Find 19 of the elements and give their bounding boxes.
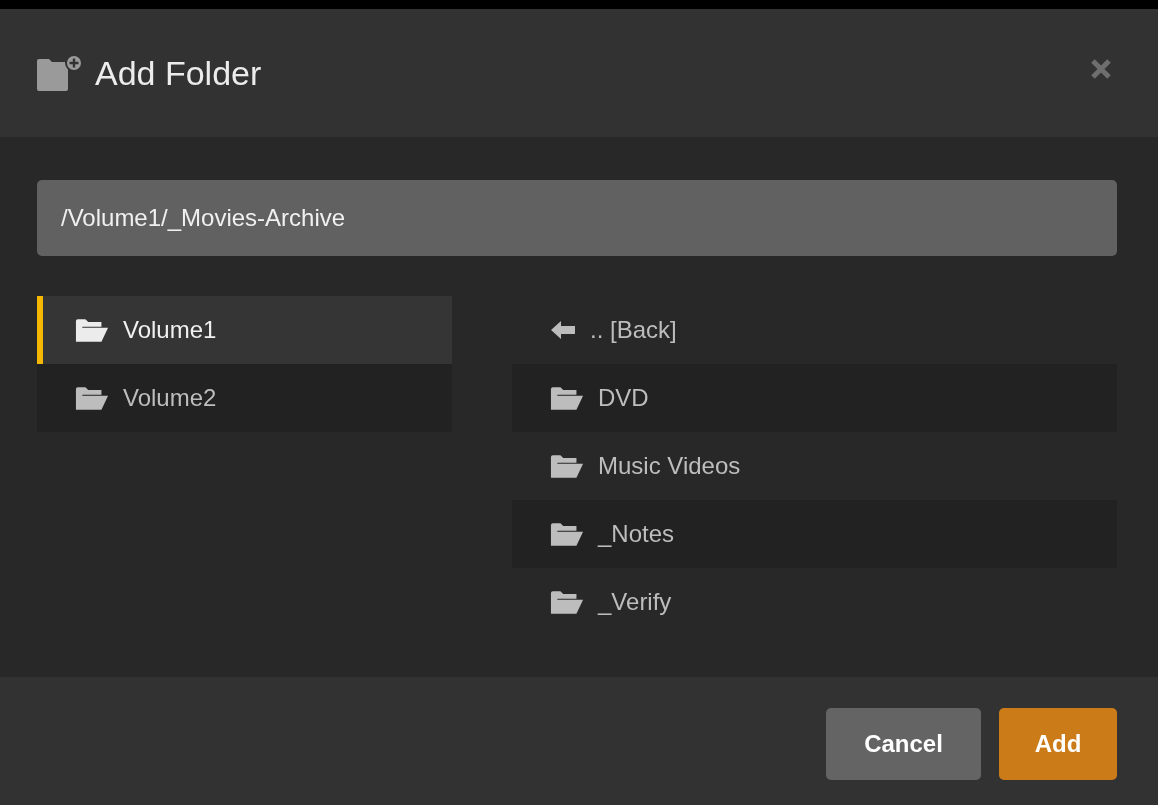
cancel-button[interactable]: Cancel bbox=[826, 708, 981, 780]
folder-icon bbox=[550, 385, 584, 411]
folder-icon bbox=[550, 521, 584, 547]
volume-item[interactable]: Volume1 bbox=[37, 296, 452, 364]
close-icon[interactable] bbox=[1089, 57, 1113, 81]
folder-icon bbox=[550, 589, 584, 615]
dialog-title: Add Folder bbox=[95, 53, 262, 93]
volume-item[interactable]: Volume2 bbox=[37, 364, 452, 432]
folder-row[interactable]: Music Videos bbox=[512, 432, 1117, 500]
folder-plus-icon bbox=[37, 55, 83, 91]
folder-row[interactable]: DVD bbox=[512, 364, 1117, 432]
left-arrow-icon bbox=[550, 320, 576, 340]
folder-icon bbox=[75, 385, 109, 411]
folder-icon bbox=[75, 317, 109, 343]
folder-row[interactable]: .. [Back] bbox=[512, 296, 1117, 364]
folder-row[interactable]: _Notes bbox=[512, 500, 1117, 568]
folder-row[interactable]: _Verify bbox=[512, 568, 1117, 636]
folder-icon bbox=[550, 453, 584, 479]
path-field[interactable]: /Volume1/_Movies-Archive bbox=[37, 180, 1117, 256]
